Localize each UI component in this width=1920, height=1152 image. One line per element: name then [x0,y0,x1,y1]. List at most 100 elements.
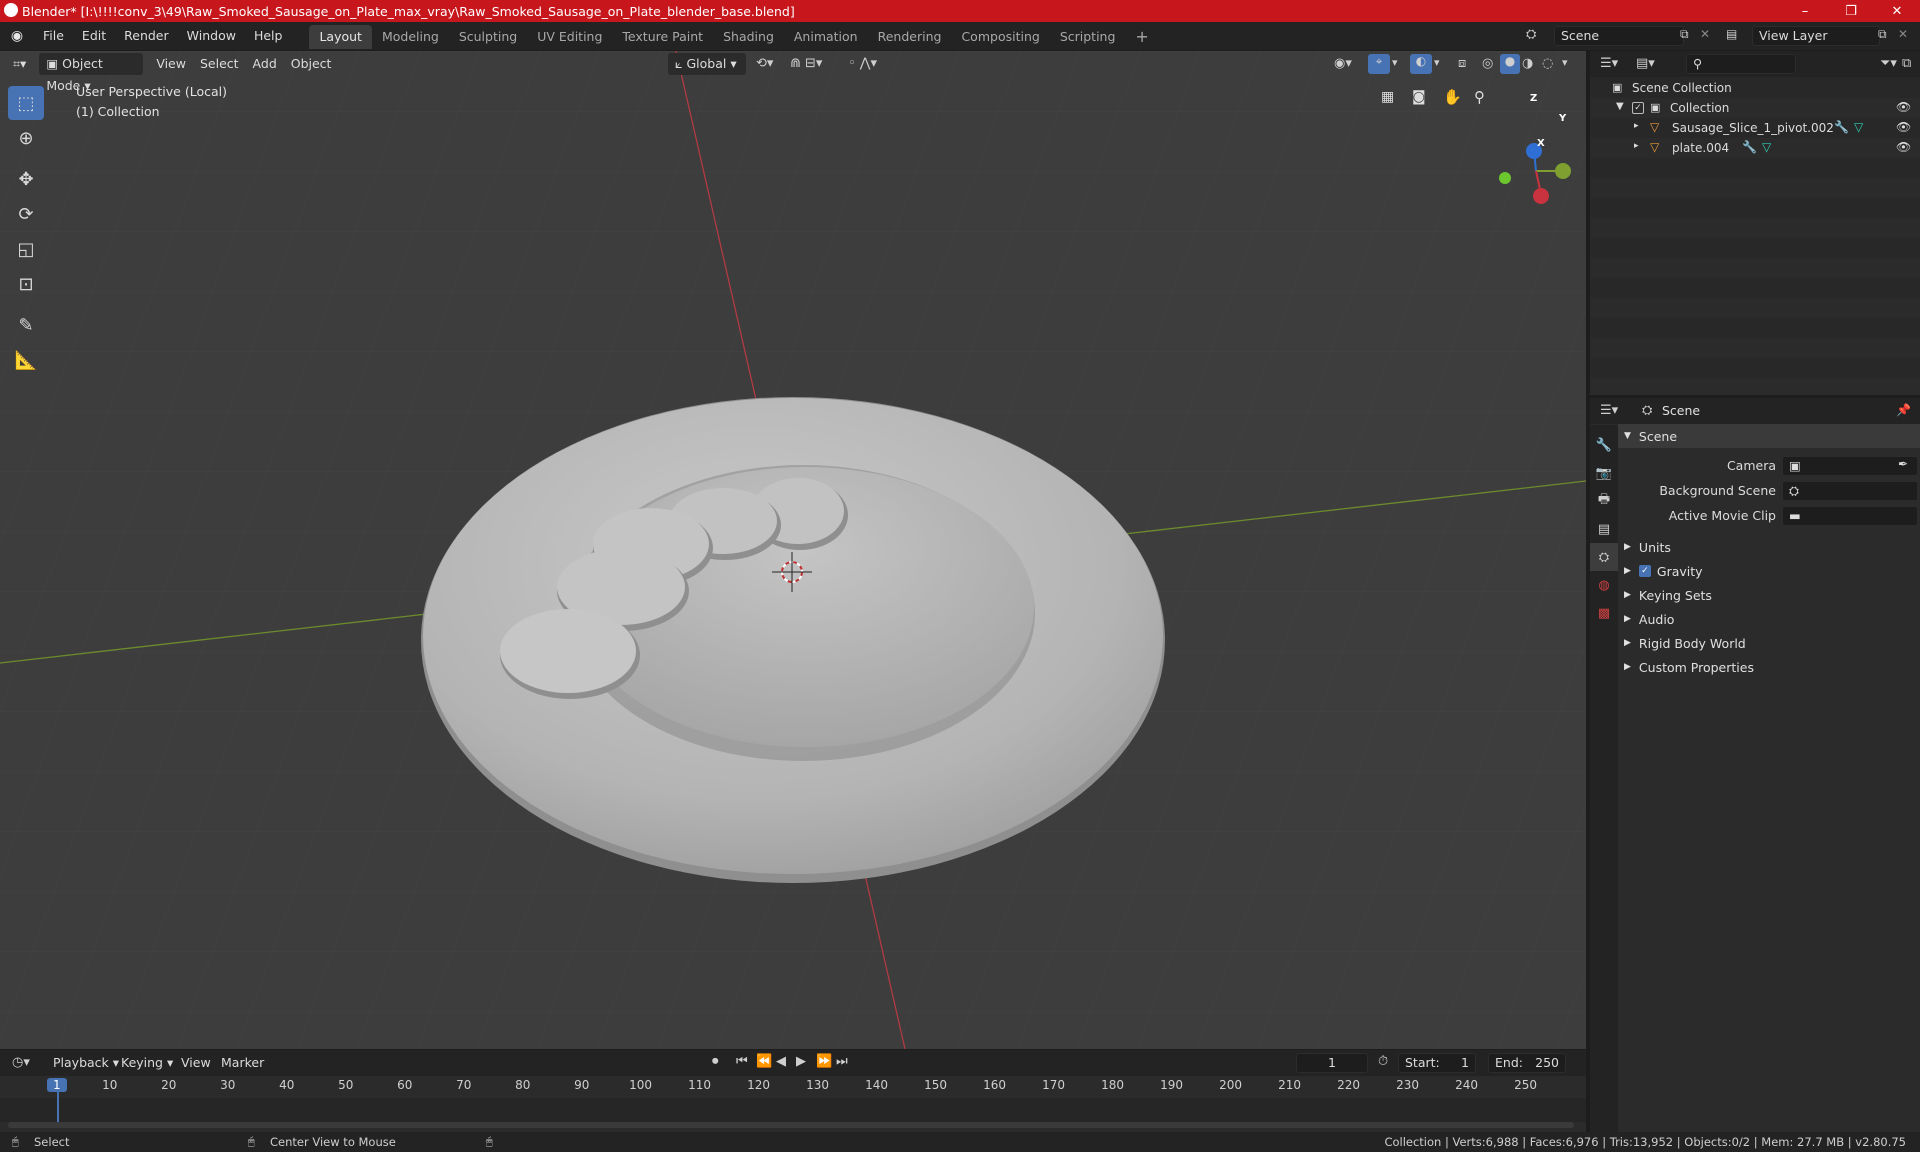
delete-scene-icon[interactable]: ✕ [1700,27,1710,41]
texture-tab-icon[interactable]: ▩ [1590,599,1618,627]
pivot-icon[interactable]: ⟲▾ [756,56,773,71]
rigid-body-world-panel-header[interactable]: ▶ Rigid Body World [1618,631,1920,655]
select-box-tool-icon[interactable]: ⬚ [8,86,44,120]
output-tab-icon[interactable]: 🖶 [1590,487,1618,515]
blender-menu-icon[interactable]: ◉ [0,28,34,44]
tool-tab-icon[interactable]: 🔧 [1590,431,1618,459]
maximize-button[interactable]: ❐ [1828,0,1874,22]
menu-edit[interactable]: Edit [73,22,115,50]
menu-help[interactable]: Help [245,22,292,50]
editor-type-icon[interactable]: ⌗▾ [6,53,33,75]
outliner-row-object[interactable]: ▸ ▽ Sausage_Slice_1_pivot.002 🔧 ▽ 👁 [1590,118,1920,138]
annotate-tool-icon[interactable]: ✎ [8,308,44,342]
expand-arrow-icon[interactable]: ▼ [1616,101,1624,112]
units-panel-header[interactable]: ▶ Units [1618,535,1920,559]
menu-window[interactable]: Window [178,22,245,50]
pin-icon[interactable]: 📌 [1896,403,1911,417]
overlay-dropdown-icon[interactable]: ▾ [1434,56,1440,69]
audio-panel-header[interactable]: ▶ Audio [1618,607,1920,631]
menu-add[interactable]: Add [246,53,284,75]
jump-end-icon[interactable]: ⏭ [836,1054,848,1069]
tab-texture-paint[interactable]: Texture Paint [612,25,713,49]
render-tab-icon[interactable]: 📷 [1590,459,1618,487]
keying-menu[interactable]: Keying ▾ [114,1052,180,1074]
visibility-icon[interactable]: ◉▾ [1334,56,1352,71]
new-view-layer-icon[interactable]: ⧉ [1878,27,1887,42]
menu-render[interactable]: Render [115,22,178,50]
tab-layout[interactable]: Layout [309,25,372,49]
menu-object[interactable]: Object [284,53,339,75]
outliner-search-input[interactable]: ⚲ [1686,54,1796,74]
overlay-toggle-icon[interactable]: ◐ [1410,54,1432,74]
stopwatch-icon[interactable]: ⏱ [1378,1054,1388,1069]
expand-arrow-icon[interactable]: ▸ [1634,141,1639,151]
marker-menu[interactable]: Marker [214,1052,271,1074]
minimize-button[interactable]: – [1782,0,1828,22]
timeline-editor-type-icon[interactable]: ◷▾ [12,1055,30,1070]
scene-name-field[interactable]: Scene [1554,26,1684,46]
next-keyframe-icon[interactable]: ⏩ [816,1054,832,1069]
outliner-row-scene-collection[interactable]: ▣ Scene Collection [1590,78,1920,98]
filter-icon[interactable]: ⏷▾ [1880,56,1897,71]
menu-select[interactable]: Select [193,53,246,75]
start-frame-field[interactable]: Start: 1 [1398,1053,1476,1073]
outliner-row-collection[interactable]: ▼ ✓ ▣ Collection 👁 [1590,98,1920,118]
object-mode-dropdown[interactable]: ▣ Object Mode ▾ [39,53,144,93]
jump-start-icon[interactable]: ⏮ [736,1054,748,1069]
custom-properties-panel-header[interactable]: ▶ Custom Properties [1618,655,1920,679]
gizmo-dropdown-icon[interactable]: ▾ [1392,56,1398,69]
move-tool-icon[interactable]: ✥ [8,162,44,196]
tab-animation[interactable]: Animation [784,25,868,49]
end-frame-field[interactable]: End: 250 [1488,1053,1566,1073]
prev-keyframe-icon[interactable]: ⏪ [756,1054,772,1069]
play-reverse-icon[interactable]: ◀ [776,1054,786,1069]
timeline-view-menu[interactable]: View [174,1052,218,1074]
outliner-row-object[interactable]: ▸ ▽ plate.004 🔧 ▽ 👁 [1590,138,1920,158]
scene-panel-header[interactable]: ▼ Scene [1618,424,1920,448]
new-scene-icon[interactable]: ⧉ [1680,27,1689,42]
play-icon[interactable]: ▶ [796,1054,806,1069]
rendered-shading-icon[interactable]: ◌ [1542,56,1553,71]
cursor-tool-icon[interactable]: ⊕ [8,121,44,155]
gizmo-toggle-icon[interactable]: ⌖ [1368,54,1390,74]
properties-editor-type-icon[interactable]: ☰▾ [1600,403,1618,418]
display-mode-icon[interactable]: ▤▾ [1636,56,1655,71]
camera-view-icon[interactable]: ◙ [1412,89,1426,105]
measure-tool-icon[interactable]: 📐 [8,343,44,377]
new-collection-icon[interactable]: ⧉ [1902,56,1911,71]
timeline-track-area[interactable] [0,1098,1586,1122]
grid-view-icon[interactable]: ▦ [1381,89,1394,105]
keying-sets-panel-header[interactable]: ▶ Keying Sets [1618,583,1920,607]
material-shading-icon[interactable]: ◑ [1522,56,1533,71]
view-layer-tab-icon[interactable]: ▤ [1590,515,1618,543]
eye-icon[interactable]: 👁 [1896,100,1911,114]
scale-tool-icon[interactable]: ◱ [8,232,44,266]
shading-dropdown-icon[interactable]: ▾ [1562,56,1568,69]
rotate-tool-icon[interactable]: ⟳ [8,197,44,231]
menu-view[interactable]: View [149,53,193,75]
snap-icon[interactable]: ⋒ ⊟▾ [790,56,822,71]
tab-compositing[interactable]: Compositing [951,25,1049,49]
tab-uv-editing[interactable]: UV Editing [527,25,612,49]
pan-hand-icon[interactable]: ✋ [1443,88,1462,106]
proportional-edit-icon[interactable]: ◦ ⋀▾ [848,56,877,71]
record-icon[interactable]: ⏺ [712,1054,719,1069]
active-movie-clip-field[interactable]: ▬ [1782,506,1918,526]
timeline-scrollbar[interactable] [8,1122,1574,1128]
menu-file[interactable]: File [34,22,73,50]
world-tab-icon[interactable]: ◍ [1590,571,1618,599]
tab-sculpting[interactable]: Sculpting [449,25,527,49]
eyedropper-icon[interactable]: ✒ [1898,457,1908,471]
scene-tab-icon[interactable]: ⛭ [1590,543,1618,571]
xray-icon[interactable]: ⧈ [1458,56,1466,71]
3d-viewport[interactable]: Z Y X User Perspective (Local) (1) Colle… [0,51,1586,1049]
current-frame-field[interactable]: 1 [1296,1053,1368,1073]
eye-icon[interactable]: 👁 [1896,120,1911,134]
transform-tool-icon[interactable]: ⊡ [8,267,44,301]
tab-modeling[interactable]: Modeling [372,25,449,49]
expand-arrow-icon[interactable]: ▸ [1634,121,1639,131]
solid-shading-icon[interactable]: ● [1500,54,1520,74]
add-workspace-button[interactable]: + [1125,25,1158,49]
tab-shading[interactable]: Shading [713,25,784,49]
transform-orientation-dropdown[interactable]: ⟀ Global ▾ [668,53,746,75]
